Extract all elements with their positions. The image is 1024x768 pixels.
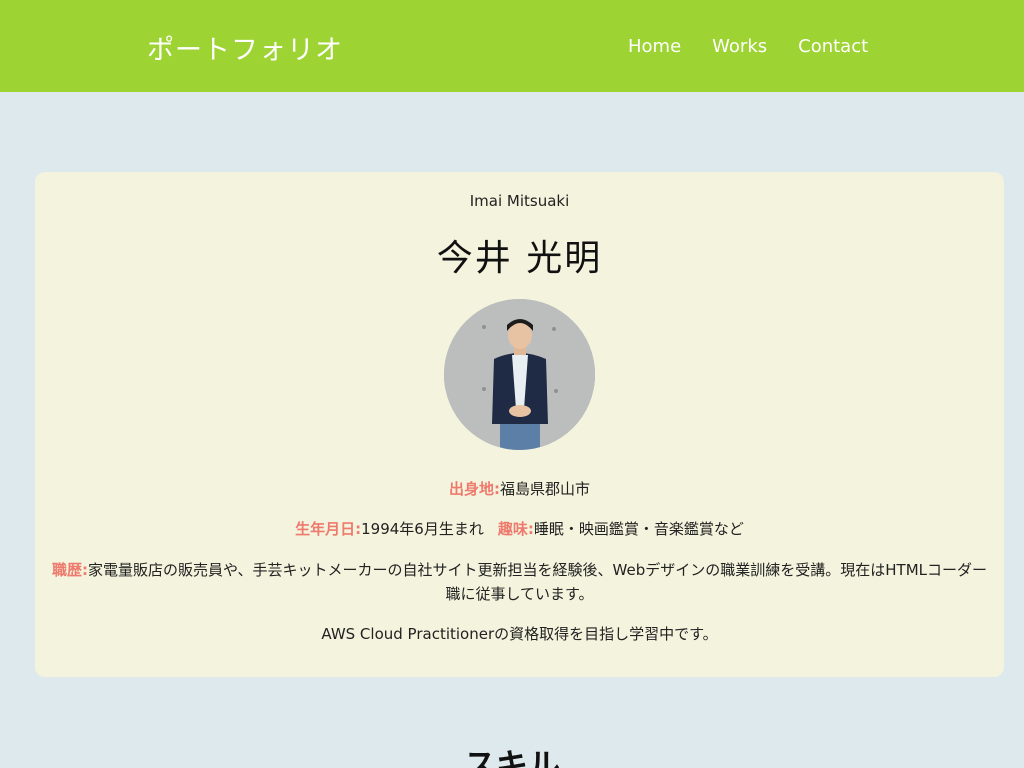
nav-contact-link[interactable]: Contact <box>798 36 868 57</box>
birthdate-value: 1994年6月生まれ <box>361 520 484 538</box>
birthdate-label: 生年月日: <box>295 520 362 538</box>
nav-works-link[interactable]: Works <box>712 36 767 57</box>
birthplace-value: 福島県郡山市 <box>499 480 590 498</box>
birthplace-row: 出身地:福島県郡山市 <box>35 478 1004 499</box>
birthdate-hobby-row: 生年月日:1994年6月生まれ 趣味:睡眠・映画鑑賞・音楽鑑賞など <box>35 518 1004 539</box>
profile-card: Imai Mitsuaki 今井 光明 出身地:福島県郡山市 生年月日:1994… <box>35 172 1004 677</box>
hobby-label: 趣味: <box>497 520 534 538</box>
main-nav: Home Works Contact <box>628 36 899 57</box>
profile-photo <box>444 299 595 450</box>
hobby-value: 睡眠・映画鑑賞・音楽鑑賞など <box>533 520 744 538</box>
profile-name: 今井 光明 <box>436 238 603 279</box>
skills-heading: スキル <box>463 746 560 768</box>
person-photo-icon <box>444 299 595 450</box>
profile-romaji-name: Imai Mitsuaki <box>469 192 570 210</box>
nav-home-link[interactable]: Home <box>628 36 681 57</box>
birthplace-label: 出身地: <box>448 480 500 498</box>
goal-text: AWS Cloud Practitionerの資格取得を目指し学習中です。 <box>321 625 718 643</box>
site-header: ポートフォリオ Home Works Contact <box>0 0 1024 92</box>
career-value: 家電量販店の販売員や、手芸キットメーカーの自社サイト更新担当を経験後、Webデザ… <box>88 561 987 603</box>
site-title[interactable]: ポートフォリオ <box>147 28 343 67</box>
career-row: 職歴:家電量販店の販売員や、手芸キットメーカーの自社サイト更新担当を経験後、We… <box>35 558 1004 606</box>
career-label: 職歴: <box>52 561 88 579</box>
